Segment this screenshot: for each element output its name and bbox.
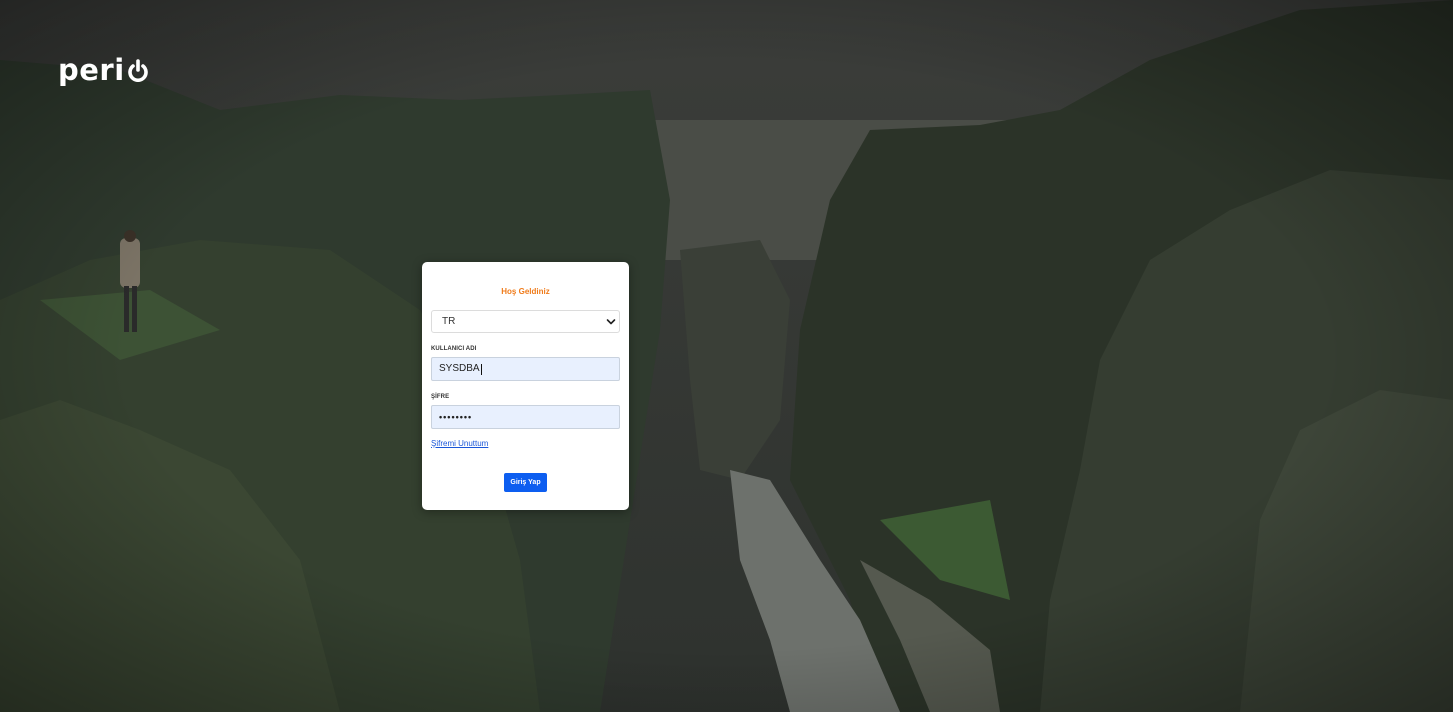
username-input[interactable]: SYSDBA bbox=[431, 357, 620, 381]
language-select-value: TR bbox=[442, 316, 456, 327]
login-button[interactable]: Giriş Yap bbox=[504, 473, 547, 492]
password-label: ŞİFRE bbox=[431, 394, 450, 400]
login-page: peri Hoş Geldiniz TR KULLANICI ADI SYSDB… bbox=[0, 0, 1453, 712]
username-value: SYSDBA bbox=[439, 363, 480, 374]
background-landscape-image bbox=[0, 0, 1453, 712]
password-masked-value: •••••••• bbox=[439, 412, 473, 422]
username-label: KULLANICI ADI bbox=[431, 346, 477, 352]
welcome-title: Hoş Geldiniz bbox=[501, 287, 550, 296]
logo-text: peri bbox=[58, 53, 125, 87]
language-select[interactable]: TR bbox=[431, 310, 620, 333]
login-card: Hoş Geldiniz TR KULLANICI ADI SYSDBA ŞİF… bbox=[422, 262, 629, 510]
password-input[interactable]: •••••••• bbox=[431, 405, 620, 429]
perio-logo: peri bbox=[58, 56, 149, 85]
text-caret bbox=[480, 363, 482, 375]
submit-row: Giriş Yap bbox=[431, 471, 620, 492]
power-icon bbox=[127, 58, 148, 82]
forgot-password-link[interactable]: Şifremi Unuttum bbox=[431, 439, 488, 448]
chevron-down-icon bbox=[606, 319, 616, 325]
